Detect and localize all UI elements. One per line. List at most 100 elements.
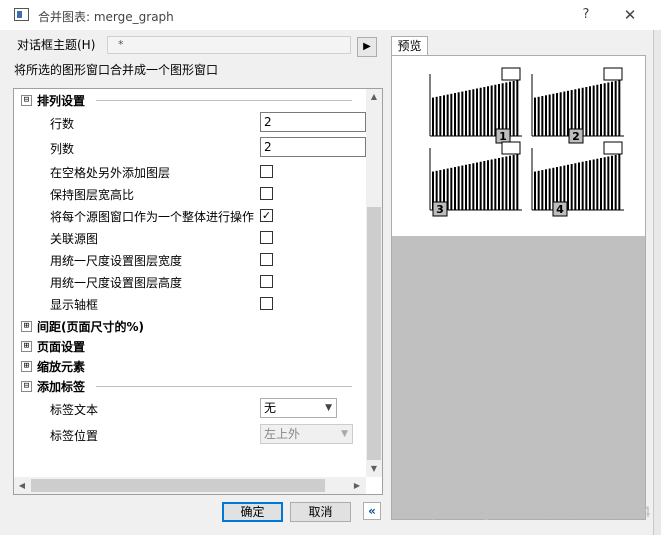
thumbnail-bar — [548, 168, 551, 210]
thumbnail-legend — [603, 141, 623, 155]
preview-area: 1 2 3 4 — [391, 55, 646, 520]
thumbnail-bar — [450, 167, 453, 210]
group-scale-elements[interactable]: 缩放元素 — [37, 358, 85, 375]
tab-preview[interactable]: 预览 — [391, 36, 428, 56]
thumbnail-bar — [556, 93, 558, 136]
rows-input[interactable]: 2 — [260, 112, 366, 132]
thumbnail-bar — [545, 95, 547, 136]
thumbnail-bar — [454, 167, 456, 210]
thumbnail-bar — [537, 170, 540, 210]
collapse-panel-button[interactable]: « — [363, 502, 381, 520]
thumbnail-bar — [468, 90, 471, 136]
add-layer-checkbox[interactable] — [260, 165, 273, 178]
uniform-height-checkbox[interactable] — [260, 275, 273, 288]
group-page-settings[interactable]: 页面设置 — [37, 338, 85, 355]
thumbnail-bar — [596, 158, 599, 210]
label-text-select[interactable]: 无 ▼ — [260, 398, 337, 418]
link-source-label: 关联源图 — [50, 232, 99, 246]
group-divider — [96, 386, 352, 387]
columns-input[interactable]: 2 — [260, 137, 366, 157]
thumbnail-bar — [585, 86, 588, 136]
scroll-down-icon[interactable]: ▼ — [366, 461, 382, 477]
panel-number-label: 3 — [436, 203, 444, 216]
thumbnail-bar — [501, 157, 504, 210]
thumbnail-bar — [457, 166, 460, 210]
thumbnail-bar — [545, 169, 547, 210]
uniform-width-checkbox[interactable] — [260, 253, 273, 266]
thumbnail-bar — [505, 82, 508, 136]
thumbnail-bar — [618, 154, 621, 210]
close-button[interactable]: ✕ — [614, 4, 646, 26]
thumbnail-bar — [574, 163, 577, 210]
show-frame-label: 显示轴框 — [50, 298, 99, 312]
label-text-label: 标签文本 — [50, 403, 99, 417]
keep-ratio-checkbox[interactable] — [260, 187, 273, 200]
link-source-checkbox[interactable] — [260, 231, 273, 244]
thumbnail-bar — [435, 96, 438, 136]
thumbnail-bar — [465, 164, 467, 210]
group-spacing[interactable]: 间距(页面尺寸的%) — [37, 318, 144, 335]
thumbnail-bar — [516, 80, 519, 136]
background-window-edge — [653, 30, 661, 535]
thumbnail-legend — [501, 67, 521, 81]
scroll-right-icon[interactable]: ▶ — [349, 478, 365, 494]
thumbnail-bar — [589, 86, 591, 136]
thumbnail-bar — [592, 159, 595, 210]
panel-number-label: 2 — [572, 130, 580, 143]
thumbnail-bar — [614, 154, 617, 210]
thumbnail-bar — [505, 156, 508, 210]
thumbnail-bar — [443, 95, 445, 136]
thumbnail-bar — [483, 160, 486, 210]
panel-number-label: 4 — [556, 203, 564, 216]
window-title: 合并图表: merge_graph — [38, 10, 174, 24]
dialog-description: 将所选的图形窗口合并成一个图形窗口 — [14, 63, 219, 77]
cancel-button[interactable]: 取消 — [290, 502, 351, 522]
show-frame-checkbox[interactable] — [260, 297, 273, 310]
treat-whole-checkbox[interactable]: ✓ — [260, 209, 273, 222]
thumbnail-bar — [607, 82, 610, 136]
horizontal-scroll-thumb[interactable] — [31, 479, 325, 492]
scroll-up-icon[interactable]: ▲ — [366, 89, 382, 105]
help-button[interactable]: ? — [572, 4, 600, 26]
thumbnail-bar — [498, 83, 500, 136]
collapse-icon[interactable]: ⊟ — [21, 95, 32, 106]
thumbnail-bar — [494, 158, 497, 210]
columns-label: 列数 — [50, 142, 75, 156]
thumbnail-bar — [585, 160, 588, 210]
ok-button[interactable]: 确定 — [222, 502, 283, 522]
thumbnail-bar — [498, 157, 500, 210]
vertical-scrollbar[interactable]: ▲ ▼ — [366, 89, 382, 477]
thumbnail-bar — [552, 93, 555, 136]
thumbnail-bar — [483, 86, 486, 136]
thumbnail-bar — [548, 94, 551, 136]
dialog-theme-menu-button[interactable]: ▶ — [357, 37, 377, 57]
thumbnail-bar — [559, 92, 562, 136]
thumbnail-bar — [611, 155, 613, 210]
thumbnail-bar — [563, 91, 566, 136]
label-position-select: 左上外 ▼ — [260, 424, 353, 444]
label-position-label: 标签位置 — [50, 429, 99, 443]
vertical-scroll-thumb[interactable] — [367, 207, 381, 460]
thumbnail-bar — [516, 154, 519, 210]
thumbnail-bar — [534, 171, 536, 210]
expand-icon[interactable]: ⊞ — [21, 361, 32, 372]
thumbnail-bar — [457, 92, 460, 136]
scroll-left-icon[interactable]: ◀ — [14, 478, 30, 494]
collapse-icon[interactable]: ⊟ — [21, 381, 32, 392]
thumbnail-bar — [603, 157, 606, 210]
thumbnail-bar — [476, 162, 478, 210]
thumbnail-bar — [501, 83, 504, 136]
thumbnail-bar — [461, 165, 464, 210]
thumbnail-bar — [607, 156, 610, 210]
thumbnail-bar — [487, 160, 489, 210]
uniform-height-label: 用统一尺度设置图层高度 — [50, 276, 183, 290]
expand-icon[interactable]: ⊞ — [21, 341, 32, 352]
thumbnail-bar — [465, 90, 467, 136]
thumbnail-bar — [512, 154, 515, 210]
expand-icon[interactable]: ⊞ — [21, 321, 32, 332]
dialog-theme-field[interactable]: * — [107, 36, 351, 54]
thumbnail-bar — [570, 164, 573, 210]
thumbnail-bar — [611, 81, 613, 136]
horizontal-scrollbar[interactable]: ◀ ▶ — [14, 477, 366, 494]
thumbnail-bar — [592, 85, 595, 136]
